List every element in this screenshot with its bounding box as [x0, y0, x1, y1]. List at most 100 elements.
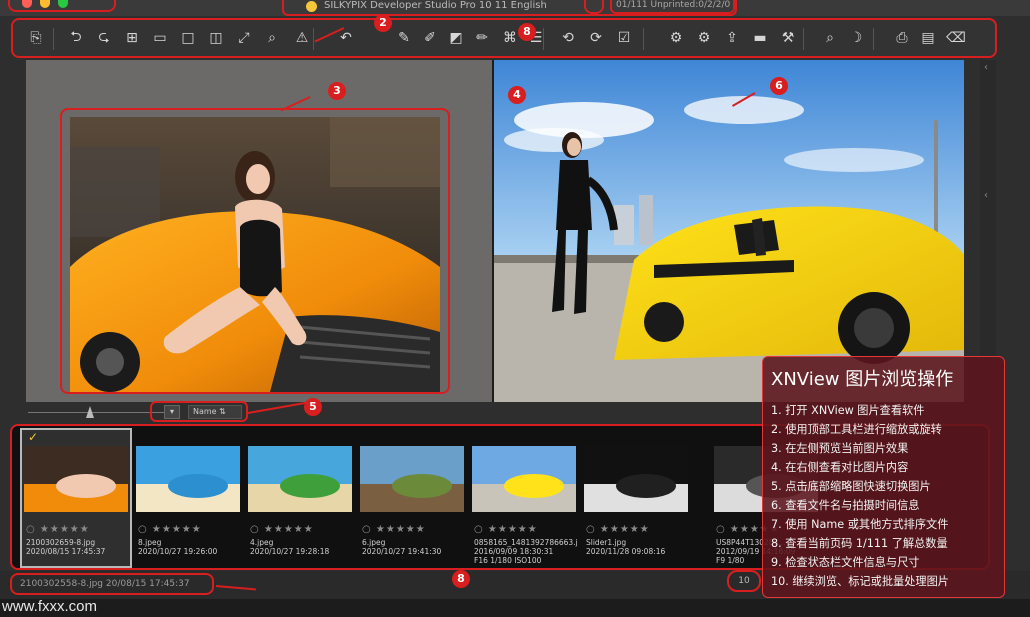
thumbnail-item[interactable]: ○ ★★★★★ 6.jpeg 2020/10/27 19:41:30: [358, 430, 466, 566]
thumbnail-item[interactable]: ✓ ○ ★★★★★ 2100302659-8.jpg 2020/08/15 17:45…: [20, 428, 132, 568]
warning-button[interactable]: ⚠: [291, 27, 313, 49]
thumbnail-item[interactable]: ○ ★★★★★ 0858165_1481392786663.jpg 2016/09/…: [470, 430, 578, 566]
right-sidebar[interactable]: ‹ ‹: [980, 60, 996, 400]
chevron-left-icon[interactable]: ‹: [984, 190, 988, 201]
right-compare-pane[interactable]: [494, 60, 964, 402]
thumbnail-image: [584, 446, 688, 512]
brush-button[interactable]: ✎: [393, 27, 415, 49]
thumbnail-size-row: [26, 402, 726, 424]
rating-stars[interactable]: ○ ★★★★★: [362, 524, 426, 535]
orange-car-photo: [70, 117, 440, 392]
print-button[interactable]: ⎙: [891, 27, 913, 49]
yellow-car-photo: [494, 60, 964, 402]
moon-button[interactable]: ☽: [845, 27, 867, 49]
forward-button[interactable]: ⮎: [93, 27, 115, 49]
toolbar-divider: [643, 28, 644, 50]
check-button[interactable]: ☑: [613, 27, 635, 49]
pencil-icon: ✏: [476, 30, 488, 46]
open-button[interactable]: ⎘: [25, 27, 47, 49]
annotation-marker: 8: [452, 570, 470, 588]
fullscreen-button[interactable]: ⤢: [233, 27, 255, 49]
chevron-left-icon[interactable]: ‹: [984, 62, 988, 73]
sort-by-name-select[interactable]: Name ⇅: [188, 405, 242, 419]
panel-button[interactable]: ▤: [917, 27, 939, 49]
tutorial-step: 9. 检查状态栏文件信息与尺寸: [771, 556, 920, 569]
zoom-button[interactable]: ⌕: [261, 27, 283, 49]
broom-button[interactable]: ⌫: [945, 27, 967, 49]
compare-view-button[interactable]: ◫: [205, 27, 227, 49]
warning-icon: ⚠: [295, 30, 309, 46]
thumbnail-date: 2020/10/27 19:28:18: [250, 547, 330, 556]
thumbnail-image: [472, 446, 576, 512]
eraser-icon: ✐: [424, 30, 436, 46]
fill-icon: ◩: [449, 30, 463, 46]
node-icon: ⌘: [503, 30, 517, 46]
thumbnail-filename: Slider1.jpg: [586, 538, 627, 547]
thumbnail-meta: 0858165_1481392786663.jpg 2016/09/09 18:3…: [474, 538, 578, 565]
grid-view-icon: ⊞: [126, 30, 138, 46]
tutorial-title: XNView 图片浏览操作: [771, 369, 954, 390]
single-view-button[interactable]: □: [177, 27, 199, 49]
develop-icon: ⚙: [669, 30, 683, 46]
thumbnail-image: [136, 446, 240, 512]
rating-stars[interactable]: ○ ★★★★★: [474, 524, 538, 535]
rotate-right-button[interactable]: ⟳: [585, 27, 607, 49]
rotate-right-icon: ⟳: [590, 30, 602, 46]
rating-stars[interactable]: ○ ★★★★★: [586, 524, 650, 535]
app-logo-icon: [306, 1, 317, 12]
thumbnail-filename: 6.jpeg: [362, 538, 386, 547]
thumbnail-filename: 8.jpeg: [138, 538, 162, 547]
close-window-button[interactable]: [22, 0, 32, 8]
thumbnail-date: 2020/10/27 19:41:30: [362, 547, 442, 556]
rating-stars[interactable]: ○ ★★★★★: [250, 524, 314, 535]
export-icon: ⇪: [726, 30, 738, 46]
thumbnail-date: 2020/11/28 09:08:16: [586, 547, 666, 556]
grid-view-button[interactable]: ⊞: [121, 27, 143, 49]
main-toolbar: ⎘ ⮌ ⮎ ⊞ ▭ □ ◫ ⤢ ⌕ ⚠ ↶ ✎ ✐ ◩ ✏ ⌘ ☰ ⟲ ⟳ ☑ ⚙ ⚙ ⇪ ▬ ⚒ ⌕ ☽ ⎙ ▤ ⌫: [11, 18, 997, 58]
search-button[interactable]: ⌕: [819, 27, 841, 49]
page-indicator[interactable]: 10: [727, 570, 761, 592]
tutorial-step: 1. 打开 XNView 图片查看软件: [771, 404, 925, 417]
thumbnail-size-slider-track[interactable]: [28, 412, 168, 413]
display-button[interactable]: ▬: [749, 27, 771, 49]
rotate-left-button[interactable]: ⟲: [557, 27, 579, 49]
thumbnail-item[interactable]: ○ ★★★★★ 4.jpeg 2020/10/27 19:28:18: [246, 430, 354, 566]
toolbar-divider: [53, 28, 54, 50]
forward-icon: ⮎: [98, 29, 110, 45]
thumbnail-item[interactable]: ○ ★★★★★ Slider1.jpg 2020/11/28 09:08:16: [582, 430, 690, 566]
tutorial-panel: XNView 图片浏览操作 1. 打开 XNView 图片查看软件 2. 使用顶部…: [762, 356, 1005, 598]
hammer-button[interactable]: ⚒: [777, 27, 799, 49]
toolbar-divider: [543, 28, 544, 50]
sort-label: Name: [193, 407, 217, 416]
toolbar-divider: [873, 28, 874, 50]
back-button[interactable]: ⮌: [65, 27, 87, 49]
toolbar-divider: [313, 28, 314, 50]
filmstrip-view-button[interactable]: ▭: [149, 27, 171, 49]
rating-stars[interactable]: ○ ★★★★★: [26, 524, 90, 535]
thumbnail-image: [360, 446, 464, 512]
rating-stars[interactable]: ○ ★★★★★: [138, 524, 202, 535]
thumbnail-meta: 6.jpeg 2020/10/27 19:41:30: [362, 538, 466, 556]
print-icon: ⎙: [896, 30, 908, 46]
sort-dropdown-button[interactable]: ▾: [164, 405, 180, 419]
annotation-marker: 3: [328, 82, 346, 100]
tutorial-step: 4. 在右侧查看对比图片内容: [771, 461, 909, 474]
back-icon: ⮌: [70, 29, 82, 45]
tutorial-step: 8. 查看当前页码 1/111 了解总数量: [771, 537, 948, 550]
open-icon: ⎘: [30, 30, 42, 46]
fill-button[interactable]: ◩: [445, 27, 467, 49]
develop-button[interactable]: ⚙: [665, 27, 687, 49]
zoom-icon: ⌕: [268, 30, 276, 46]
batch-develop-button[interactable]: ⚙: [693, 27, 715, 49]
status-file-info: 2100302558-8.jpg 20/08/15 17:45:37: [10, 573, 214, 595]
thumbnail-meta: 8.jpeg 2020/10/27 19:26:00: [138, 538, 242, 556]
export-button[interactable]: ⇪: [721, 27, 743, 49]
thumbnail-item[interactable]: ○ ★★★★★ 8.jpeg 2020/10/27 19:26:00: [134, 430, 242, 566]
thumbnail-date: 2016/09/09 18:30:31: [474, 547, 554, 556]
thumbnail-filename: 2100302659-8.jpg: [26, 538, 96, 547]
zoom-window-button[interactable]: [58, 0, 68, 8]
thumbnail-exif: F16 1/180 ISO100: [474, 556, 542, 565]
minimize-window-button[interactable]: [40, 0, 50, 8]
pencil-button[interactable]: ✏: [471, 27, 493, 49]
eraser-button[interactable]: ✐: [419, 27, 441, 49]
